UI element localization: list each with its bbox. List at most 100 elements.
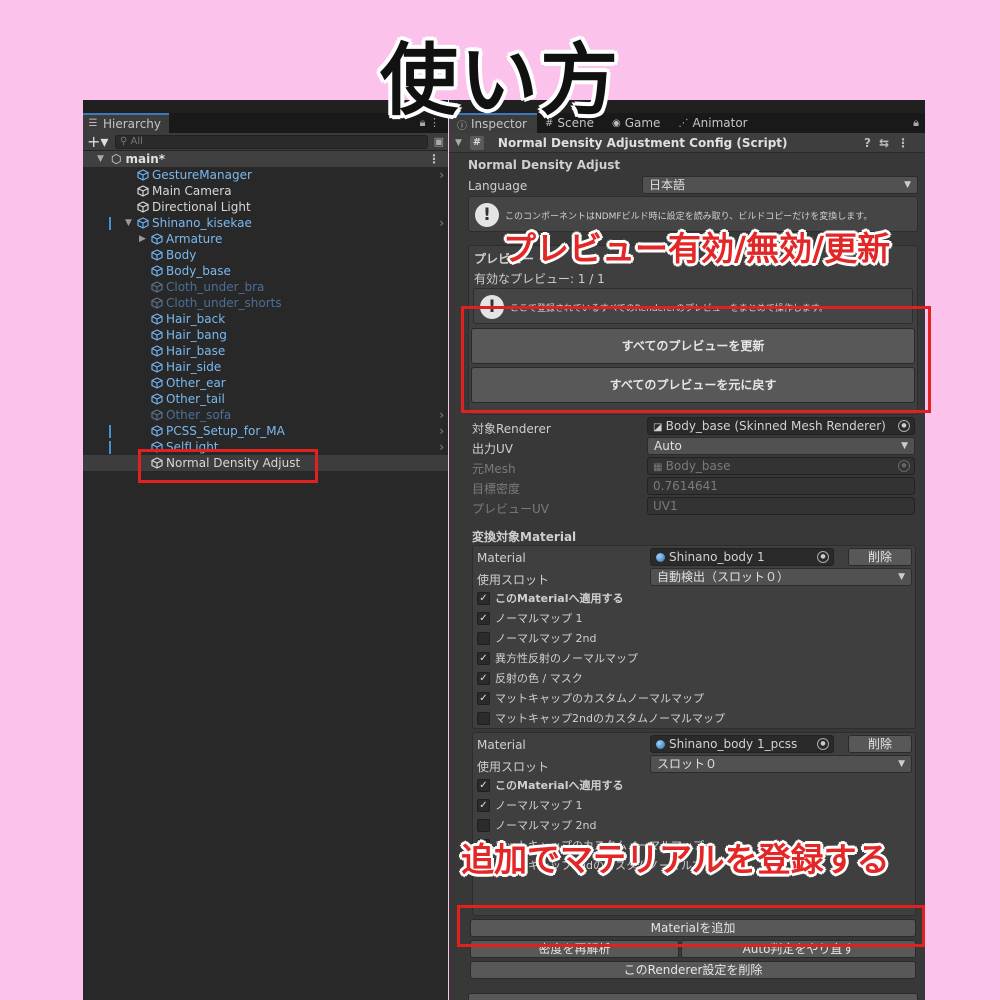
component-title: Normal Density Adjustment Config (Script… (497, 135, 788, 150)
hierarchy-item-label: Other_tail (166, 392, 225, 406)
material-option-checkbox[interactable]: ノーマルマップ 2nd (477, 817, 596, 833)
checkbox-label: ノーマルマップ 2nd (495, 819, 597, 832)
slot-label: 使用スロット (477, 760, 550, 774)
chevron-right-icon[interactable]: › (439, 216, 444, 230)
checkbox-label: マットキャップ2ndのカスタムノーマルマップ (495, 712, 725, 725)
hierarchy-item[interactable]: GestureManager › (83, 167, 448, 183)
material-option-checkbox[interactable]: ✓ 異方性反射のノーマルマップ (477, 650, 638, 666)
fold-arrow-icon[interactable]: ▼ (455, 138, 462, 148)
material-sphere-icon (656, 553, 665, 562)
object-picker-icon[interactable]: ● (898, 420, 910, 432)
source-mesh-label: 元Mesh (472, 462, 516, 476)
preview-uv-field: UV1 (647, 497, 915, 515)
gameobject-cube-icon (151, 377, 163, 389)
material-option-checkbox[interactable]: ✓ ノーマルマップ 1 (477, 797, 583, 813)
add-object-button[interactable]: +▾ (87, 133, 115, 150)
annotation-add-material: 追加でマテリアルを登録する (461, 840, 890, 879)
hierarchy-item[interactable]: Body_base (83, 263, 448, 279)
checkbox[interactable]: ✓ (477, 778, 490, 792)
kebab-icon[interactable]: ⋮ (428, 152, 440, 166)
delete-renderer-settings-button[interactable]: このRenderer設定を削除 (470, 961, 916, 979)
output-uv-dropdown[interactable]: Auto ▼ (647, 437, 915, 455)
checkbox[interactable]: ✓ (477, 798, 490, 812)
material-option-checkbox[interactable]: マットキャップ2ndのカスタムノーマルマップ (477, 710, 725, 726)
checkbox[interactable]: ✓ (477, 691, 490, 705)
chevron-down-icon: ▼ (898, 572, 905, 582)
hierarchy-search-input[interactable]: ⚲ All (115, 134, 428, 149)
chevron-down-icon: ▼ (901, 441, 908, 451)
component-header[interactable]: ▼ # Normal Density Adjustment Config (Sc… (449, 133, 925, 153)
gameobject-cube-icon (151, 393, 163, 405)
slot-dropdown[interactable]: スロット０ ▼ (650, 755, 912, 773)
hierarchy-item[interactable]: Directional Light (83, 199, 448, 215)
delete-material-button[interactable]: 削除 (848, 735, 912, 753)
checkbox[interactable] (477, 818, 490, 832)
checkbox[interactable]: ✓ (477, 651, 490, 665)
target-renderer-field[interactable]: ◪ Body_base (Skinned Mesh Renderer) ● (647, 417, 915, 435)
hierarchy-item[interactable]: Other_tail (83, 391, 448, 407)
gameobject-cube-icon (151, 297, 163, 309)
materials-title: 変換対象Material (472, 530, 577, 544)
material-option-checkbox[interactable]: ✓ マットキャップのカスタムノーマルマップ (477, 690, 704, 706)
chevron-right-icon[interactable]: › (439, 424, 444, 438)
checkbox[interactable]: ✓ (477, 611, 490, 625)
target-renderer-label: 対象Renderer (472, 422, 551, 436)
hierarchy-item-label: Body_base (166, 264, 231, 278)
hierarchy-item[interactable]: Body (83, 247, 448, 263)
material-option-checkbox[interactable]: ✓ このMaterialへ適用する (477, 777, 623, 793)
hierarchy-item[interactable]: Other_sofa › (83, 407, 448, 423)
hierarchy-item[interactable]: Main Camera (83, 183, 448, 199)
hierarchy-item[interactable]: Cloth_under_shorts (83, 295, 448, 311)
material-label: Material (477, 738, 526, 752)
hierarchy-item[interactable]: Hair_base (83, 343, 448, 359)
chevron-right-icon[interactable]: › (439, 408, 444, 422)
material-field[interactable]: Shinano_body 1 ● (650, 548, 834, 566)
bottom-button[interactable] (468, 993, 918, 1000)
component-header-icons[interactable]: ?⇆⋮ (864, 136, 917, 150)
fold-arrow-icon[interactable]: ▶ (139, 234, 146, 244)
hierarchy-item[interactable]: ▶ Armature (83, 231, 448, 247)
material-field[interactable]: Shinano_body 1_pcss ● (650, 735, 834, 753)
fold-arrow-icon[interactable]: ▼ (125, 218, 132, 228)
hierarchy-item[interactable]: Hair_back (83, 311, 448, 327)
scene-row[interactable]: ▼ ⬡ main* ⋮ (83, 151, 448, 167)
checkbox[interactable] (477, 711, 490, 725)
source-mesh-field: ▦ Body_base ● (647, 457, 915, 475)
object-picker-icon[interactable]: ● (817, 551, 829, 563)
chevron-right-icon[interactable]: › (439, 168, 444, 182)
material-option-checkbox[interactable]: ✓ ノーマルマップ 1 (477, 610, 583, 626)
material-entry: Material Shinano_body 1_pcss ● 削除使用スロット スロット… (472, 732, 916, 916)
material-option-checkbox[interactable]: ✓ このMaterialへ適用する (477, 590, 623, 606)
hierarchy-item-label: PCSS_Setup_for_MA (166, 424, 285, 438)
checkbox[interactable] (477, 631, 490, 645)
search-icon: ⚲ (120, 135, 131, 147)
checkbox[interactable]: ✓ (477, 591, 490, 605)
material-option-checkbox[interactable]: ノーマルマップ 2nd (477, 630, 596, 646)
hierarchy-item[interactable]: Hair_bang (83, 327, 448, 343)
language-value: 日本語 (649, 178, 686, 192)
language-dropdown[interactable]: 日本語 ▼ (642, 176, 918, 194)
unity-scene-icon: ⬡ (111, 152, 122, 166)
slot-dropdown[interactable]: 自動検出（スロット０） ▼ (650, 568, 912, 586)
material-option-checkbox[interactable]: ✓ 反射の色 / マスク (477, 670, 583, 686)
hierarchy-item[interactable]: PCSS_Setup_for_MA › (83, 423, 448, 439)
chevron-right-icon[interactable]: › (439, 440, 444, 454)
hierarchy-item[interactable]: Other_ear (83, 375, 448, 391)
hierarchy-item[interactable]: Cloth_under_bra (83, 279, 448, 295)
mesh-icon: ▦ (653, 462, 666, 473)
gameobject-cube-icon (151, 281, 163, 293)
hierarchy-item-label: Hair_bang (166, 328, 227, 342)
hierarchy-item[interactable]: ▼ Shinano_kisekae › (83, 215, 448, 231)
hierarchy-list: GestureManager › Main Camera Directional Li… (83, 167, 448, 471)
checkbox-label: 異方性反射のノーマルマップ (495, 652, 638, 665)
hierarchy-item[interactable]: Hair_side (83, 359, 448, 375)
checkbox[interactable]: ✓ (477, 671, 490, 685)
gameobject-cube-icon (137, 185, 149, 197)
hierarchy-item-label: Hair_base (166, 344, 226, 358)
object-picker-icon[interactable]: ● (817, 738, 829, 750)
delete-material-button[interactable]: 削除 (848, 548, 912, 566)
gameobject-cube-icon (151, 265, 163, 277)
filter-icon[interactable]: ▣ (434, 135, 444, 148)
source-mesh-value: Body_base (665, 459, 731, 473)
fold-arrow-icon[interactable]: ▼ (97, 154, 104, 164)
